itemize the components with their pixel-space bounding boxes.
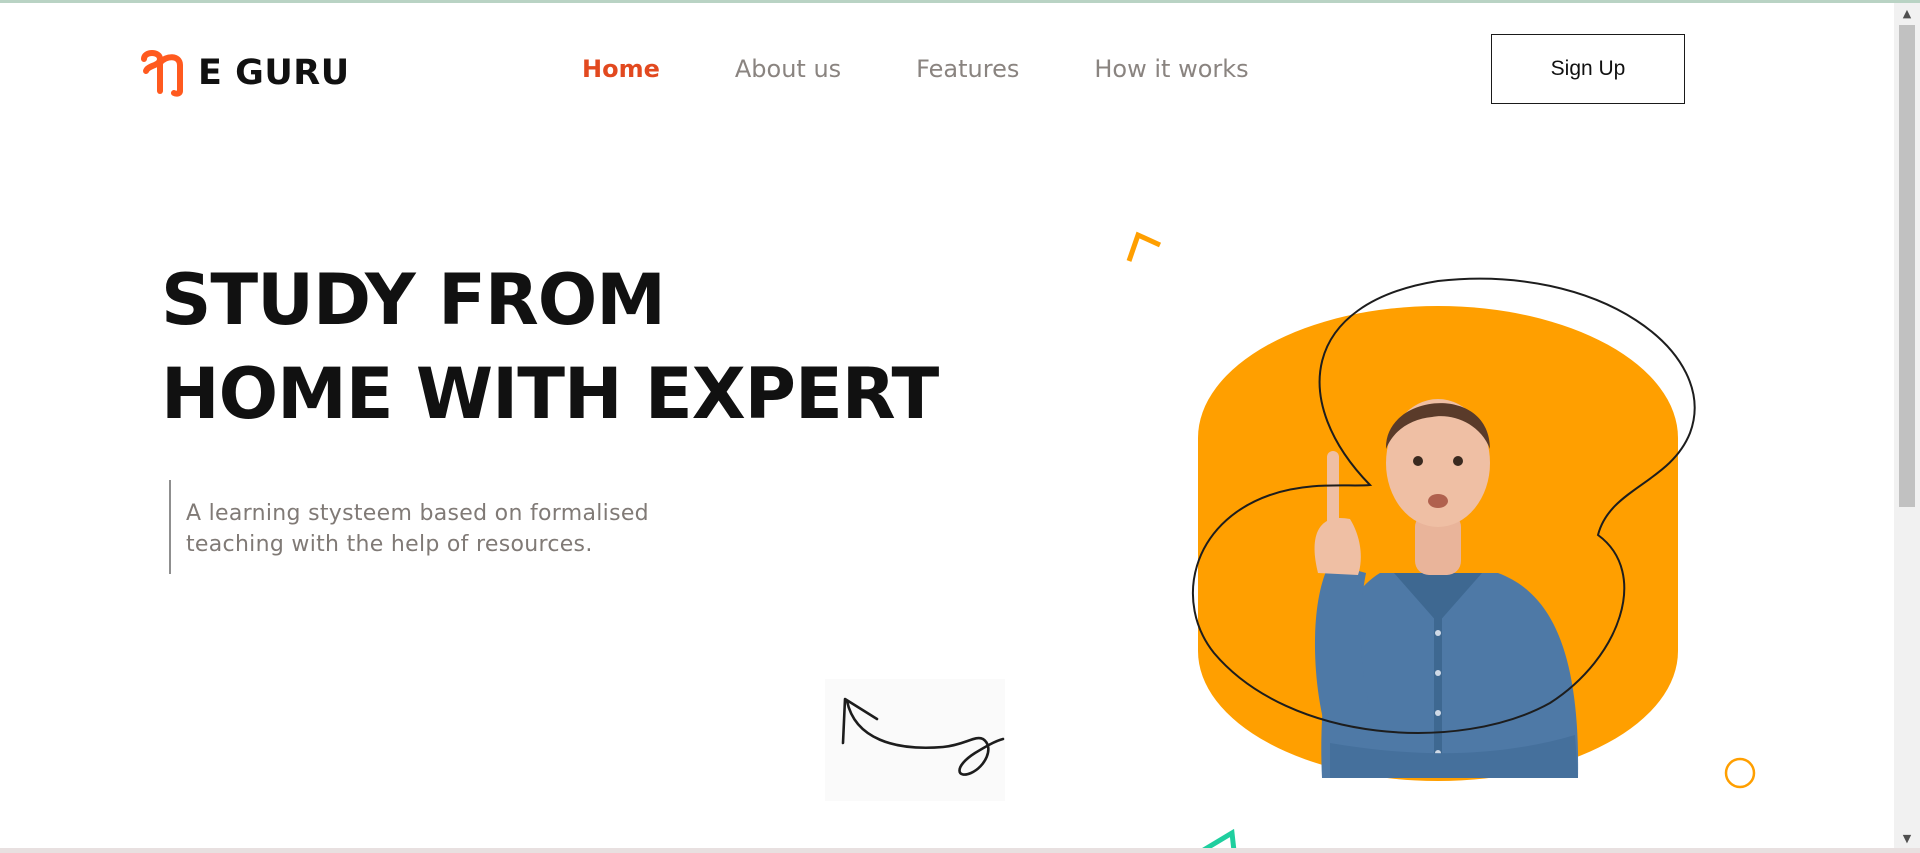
scroll-up-arrow-icon[interactable]: ▲ [1894,3,1920,23]
landing-page: E GURU Home About us Features How it wor… [0,3,1894,848]
circle-icon [1724,757,1756,789]
brand-name: E GURU [198,53,350,93]
triangle-icon [1202,829,1237,848]
scrollbar-thumb[interactable] [1899,25,1915,507]
hero-illustration [1192,277,1696,781]
hero-title-line-1: STUDY FROM [161,259,666,341]
nav-home[interactable]: Home [582,55,660,83]
nav-about-us[interactable]: About us [735,55,841,83]
nav-features[interactable]: Features [916,55,1019,83]
brand-logo[interactable]: E GURU [138,48,350,98]
curved-arrow-icon [841,697,1005,776]
tagline-line-1: A learning stysteem based on formalised [186,501,649,526]
scroll-down-arrow-icon[interactable]: ▼ [1894,828,1920,848]
hero-title: STUDY FROM HOME WITH EXPERT [161,253,939,441]
vertical-scrollbar[interactable]: ▲ ▼ [1894,3,1920,848]
hero-tagline: A learning stysteem based on formalised … [169,480,706,574]
curved-arrow-panel [825,679,1005,801]
nav-how-it-works[interactable]: How it works [1094,55,1248,83]
tagline-line-2: teaching with the help of resources. [186,532,593,557]
main-nav: Home About us Features How it works [582,55,1324,83]
signup-button[interactable]: Sign Up [1491,34,1685,104]
hero-title-line-2: HOME WITH EXPERT [161,353,939,435]
chevron-up-icon [1126,231,1162,262]
eguru-logo-icon [141,50,183,97]
window-bottom-border [0,848,1920,853]
